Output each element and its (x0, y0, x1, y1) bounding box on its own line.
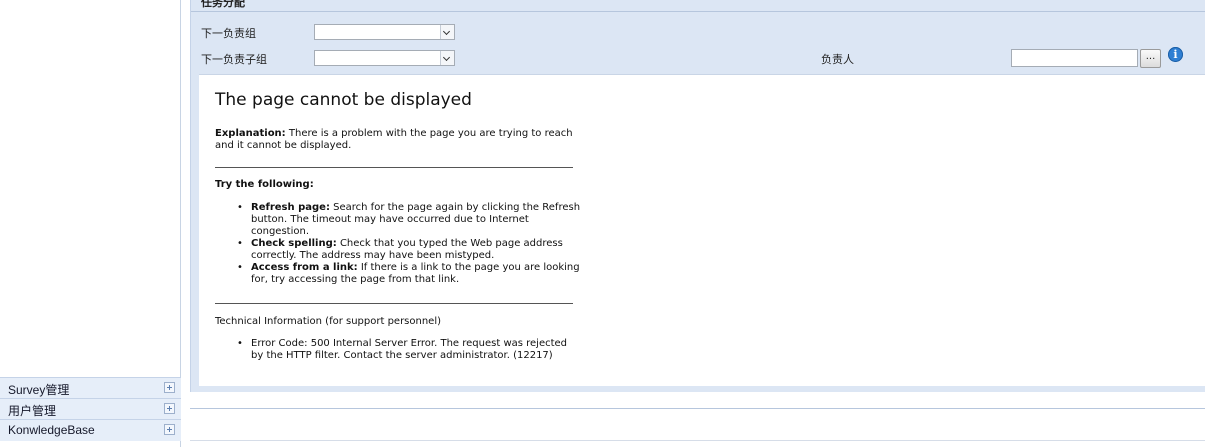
task-assignment-panel: 任务分配 下一负责组 下一负责子组 负责人 ... i The page can… (190, 0, 1205, 392)
error-code: Error Code: 500 Internal Server Error. T… (231, 338, 581, 362)
sidebar-item-survey[interactable]: Survey管理 (0, 377, 181, 398)
divider (215, 167, 573, 168)
expand-plus-icon[interactable] (164, 424, 175, 435)
sidebar-item-label: Survey管理 (8, 383, 70, 397)
tip-refresh: Refresh page: Search for the page again … (231, 202, 581, 238)
sidebar-item-label: KonwledgeBase (8, 423, 95, 437)
expand-plus-icon[interactable] (164, 382, 175, 393)
error-page-frame: The page cannot be displayed Explanation… (199, 74, 1205, 386)
tech-info-list: Error Code: 500 Internal Server Error. T… (231, 338, 581, 362)
tips-list: Refresh page: Search for the page again … (231, 202, 581, 286)
sidebar-item-user-management[interactable]: 用户管理 (0, 398, 181, 419)
panel-header: 任务分配 (191, 0, 1205, 12)
chevron-down-icon[interactable] (440, 51, 454, 65)
try-heading: Try the following: (215, 179, 314, 190)
expand-plus-icon[interactable] (164, 403, 175, 414)
error-title: The page cannot be displayed (215, 90, 472, 110)
owner-label: 负责人 (821, 53, 854, 66)
tip-check-spelling: Check spelling: Check that you typed the… (231, 238, 581, 262)
info-icon[interactable]: i (1168, 47, 1183, 62)
divider (190, 408, 1205, 409)
chevron-down-icon[interactable] (440, 25, 454, 39)
divider (215, 303, 573, 304)
next-subgroup-select[interactable] (314, 50, 455, 66)
panel-title: 任务分配 (201, 0, 245, 9)
next-group-label: 下一负责组 (201, 27, 256, 40)
tip-label: Access from a link: (251, 262, 358, 273)
main-content: 任务分配 下一负责组 下一负责子组 负责人 ... i The page can… (188, 0, 1205, 447)
sidebar-item-knowledge-base[interactable]: KonwledgeBase (0, 419, 181, 441)
next-group-select[interactable] (314, 24, 455, 40)
tech-info-heading: Technical Information (for support perso… (215, 316, 442, 327)
explanation-text: Explanation: There is a problem with the… (215, 128, 575, 152)
sidebar-item-label: 用户管理 (8, 404, 57, 418)
explanation-label: Explanation: (215, 128, 286, 139)
tip-access-link: Access from a link: If there is a link t… (231, 262, 581, 286)
divider (190, 440, 1205, 441)
left-sidebar: Survey管理 用户管理 KonwledgeBase (0, 0, 181, 447)
tip-label: Check spelling: (251, 238, 337, 249)
owner-input[interactable] (1011, 49, 1138, 67)
tip-label: Refresh page: (251, 202, 330, 213)
owner-browse-button[interactable]: ... (1140, 49, 1161, 68)
next-subgroup-label: 下一负责子组 (201, 53, 267, 66)
